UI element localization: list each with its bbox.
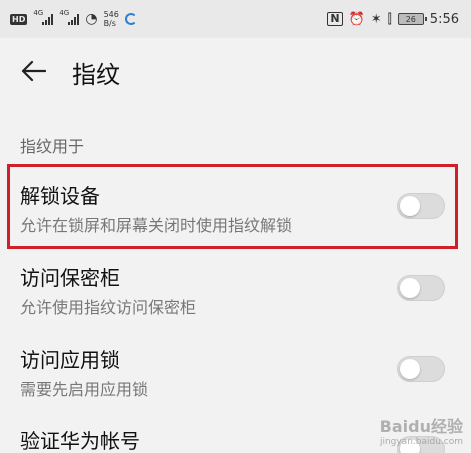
bluetooth-icon: ✶ — [370, 11, 382, 27]
status-bar-right: N ⏰ ✶ ⫿ 26 5:56 — [327, 12, 459, 27]
battery-icon: 26 — [397, 13, 427, 25]
setting-subtitle: 允许在锁屏和屏幕关闭时使用指纹解锁 — [20, 216, 293, 235]
setting-subtitle: 需要先启用应用锁 — [20, 380, 149, 399]
watermark-logo: Baidu经验 — [379, 417, 463, 436]
battery-level: 26 — [405, 14, 416, 24]
app-lock-toggle[interactable] — [397, 356, 445, 382]
alarm-icon: ⏰ — [348, 11, 365, 27]
network-speed-value: 546 — [103, 10, 119, 19]
watermark: Baidu经验 jingyan.baidu.com — [380, 413, 463, 447]
vibrate-icon: ⫿ — [387, 11, 392, 27]
status-time: 5:56 — [429, 11, 459, 27]
setting-row-app-lock[interactable]: 访问应用锁 需要先启用应用锁 — [0, 334, 471, 414]
setting-title: 访问保密柜 — [20, 266, 120, 290]
watermark-url: jingyan.baidu.com — [379, 437, 463, 447]
page-title: 指纹 — [72, 61, 120, 89]
signal-icon: 4G — [59, 9, 80, 25]
setting-row-unlock-device[interactable]: 解锁设备 允许在锁屏和屏幕关闭时使用指纹解锁 — [0, 168, 471, 248]
arrow-left-icon[interactable] — [20, 60, 46, 82]
status-bar: HD 4G 4G ◔ 546 B/s N ⏰ ✶ ⫿ 26 5:56 — [0, 0, 471, 38]
setting-title: 访问应用锁 — [20, 348, 120, 372]
setting-row-safe[interactable]: 访问保密柜 允许使用指纹访问保密柜 — [0, 252, 471, 332]
hd-icon: HD — [10, 13, 28, 25]
loading-icon — [124, 13, 137, 25]
safe-toggle[interactable] — [397, 275, 445, 301]
network-speed-unit: B/s — [103, 19, 116, 28]
section-header: 指纹用于 — [20, 137, 85, 156]
app-bar: 指纹 — [0, 38, 471, 104]
wifi-icon: ◔ — [85, 11, 98, 27]
network-speed: 546 B/s — [104, 10, 119, 28]
status-bar-left: HD 4G 4G ◔ 546 B/s — [10, 9, 137, 28]
setting-title: 验证华为帐号 — [20, 429, 140, 453]
signal-icon: 4G — [33, 9, 54, 25]
unlock-device-toggle[interactable] — [397, 193, 445, 219]
setting-subtitle: 允许使用指纹访问保密柜 — [20, 298, 197, 317]
nfc-icon: N — [327, 12, 343, 26]
setting-title: 解锁设备 — [20, 184, 100, 208]
